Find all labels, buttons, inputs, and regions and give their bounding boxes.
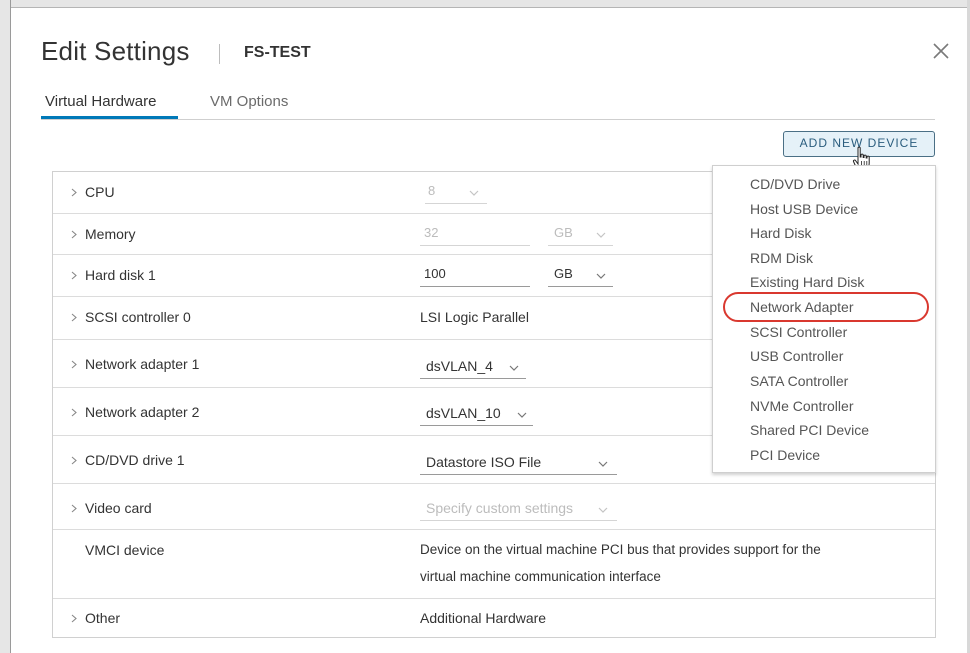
menu-item-existing-hard-disk[interactable]: Existing Hard Disk <box>750 274 864 290</box>
vmci-description-line-2: virtual machine communication interface <box>420 569 661 584</box>
hardware-row-other: Other Additional Hardware <box>53 598 935 637</box>
memory-unit-select[interactable]: GB <box>548 225 613 246</box>
cd-dvd-value: Datastore ISO File <box>426 454 542 470</box>
window-frame-top <box>0 0 970 8</box>
chevron-right-icon <box>71 456 77 465</box>
hard-disk-expander[interactable]: Hard disk 1 <box>69 267 156 283</box>
chevron-down-icon <box>598 461 608 467</box>
network-1-value: dsVLAN_4 <box>426 358 493 374</box>
network-2-select[interactable]: dsVLAN_10 <box>420 405 533 426</box>
hard-disk-unit-select[interactable]: GB <box>548 266 613 287</box>
video-card-label: Video card <box>85 500 152 516</box>
dialog-title: Edit Settings <box>41 36 190 66</box>
tab-virtual-hardware[interactable]: Virtual Hardware <box>45 93 156 110</box>
chevron-down-icon <box>509 365 519 371</box>
menu-item-host-usb-device[interactable]: Host USB Device <box>750 201 858 217</box>
hard-disk-size-input[interactable]: 100 <box>420 266 530 287</box>
window-frame-left <box>0 0 11 653</box>
menu-item-usb-controller[interactable]: USB Controller <box>750 348 843 364</box>
hard-disk-unit: GB <box>554 266 573 281</box>
chevron-right-icon <box>71 614 77 623</box>
memory-unit: GB <box>554 225 573 240</box>
cpu-select[interactable]: 8 <box>425 183 487 204</box>
network-1-expander[interactable]: Network adapter 1 <box>69 356 199 372</box>
chevron-right-icon <box>71 230 77 239</box>
active-tab-indicator <box>41 116 178 119</box>
cpu-label: CPU <box>85 184 115 200</box>
chevron-down-icon <box>469 190 479 196</box>
scsi-expander[interactable]: SCSI controller 0 <box>69 309 191 325</box>
chevron-down-icon <box>517 412 527 418</box>
chevron-down-icon <box>596 273 606 279</box>
menu-item-cd-dvd-drive[interactable]: CD/DVD Drive <box>750 176 840 192</box>
video-card-select[interactable]: Specify custom settings <box>420 500 617 521</box>
hard-disk-value: 100 <box>424 266 446 281</box>
cpu-expander[interactable]: CPU <box>69 184 115 200</box>
highlight-annotation <box>723 292 929 322</box>
cd-dvd-select[interactable]: Datastore ISO File <box>420 454 617 475</box>
close-icon[interactable] <box>930 40 952 62</box>
other-label: Other <box>85 610 121 626</box>
menu-item-sata-controller[interactable]: SATA Controller <box>750 373 848 389</box>
chevron-right-icon <box>71 313 77 322</box>
menu-item-shared-pci-device[interactable]: Shared PCI Device <box>750 422 869 438</box>
video-card-value: Specify custom settings <box>426 500 574 516</box>
menu-item-rdm-disk[interactable]: RDM Disk <box>750 250 813 266</box>
hardware-row-video-card: Video card Specify custom settings <box>53 483 935 530</box>
menu-item-hard-disk[interactable]: Hard Disk <box>750 225 811 241</box>
network-1-label: Network adapter 1 <box>85 356 200 372</box>
vm-name: FS-TEST <box>244 44 311 61</box>
cpu-value: 8 <box>428 183 436 198</box>
chevron-down-icon <box>596 232 606 238</box>
network-2-value: dsVLAN_10 <box>426 405 501 421</box>
chevron-down-icon <box>598 507 608 513</box>
chevron-right-icon <box>71 504 77 513</box>
vmci-label: VMCI device <box>85 542 165 558</box>
memory-label: Memory <box>85 226 136 242</box>
memory-value: 32 <box>424 225 439 240</box>
hardware-row-vmci: VMCI device Device on the virtual machin… <box>53 529 935 599</box>
cd-dvd-expander[interactable]: CD/DVD drive 1 <box>69 452 185 468</box>
vmci-description-line-1: Device on the virtual machine PCI bus th… <box>420 542 821 557</box>
network-2-expander[interactable]: Network adapter 2 <box>69 404 199 420</box>
hard-disk-label: Hard disk 1 <box>85 267 156 283</box>
other-expander[interactable]: Other <box>69 610 120 626</box>
cd-dvd-label: CD/DVD drive 1 <box>85 452 185 468</box>
scsi-label: SCSI controller 0 <box>85 309 191 325</box>
memory-input[interactable]: 32 <box>420 225 530 246</box>
tab-vm-options[interactable]: VM Options <box>210 93 288 110</box>
chevron-right-icon <box>71 360 77 369</box>
chevron-right-icon <box>71 271 77 280</box>
chevron-right-icon <box>71 408 77 417</box>
network-1-select[interactable]: dsVLAN_4 <box>420 358 526 379</box>
other-value: Additional Hardware <box>420 610 547 626</box>
network-2-label: Network adapter 2 <box>85 404 200 420</box>
memory-expander[interactable]: Memory <box>69 226 136 242</box>
title-divider <box>219 44 220 64</box>
menu-item-scsi-controller[interactable]: SCSI Controller <box>750 324 847 340</box>
chevron-right-icon <box>71 188 77 197</box>
video-card-expander[interactable]: Video card <box>69 500 152 516</box>
tabs-divider <box>41 119 935 120</box>
menu-item-nvme-controller[interactable]: NVMe Controller <box>750 398 853 414</box>
menu-item-pci-device[interactable]: PCI Device <box>750 447 820 463</box>
scsi-value: LSI Logic Parallel <box>420 309 529 325</box>
